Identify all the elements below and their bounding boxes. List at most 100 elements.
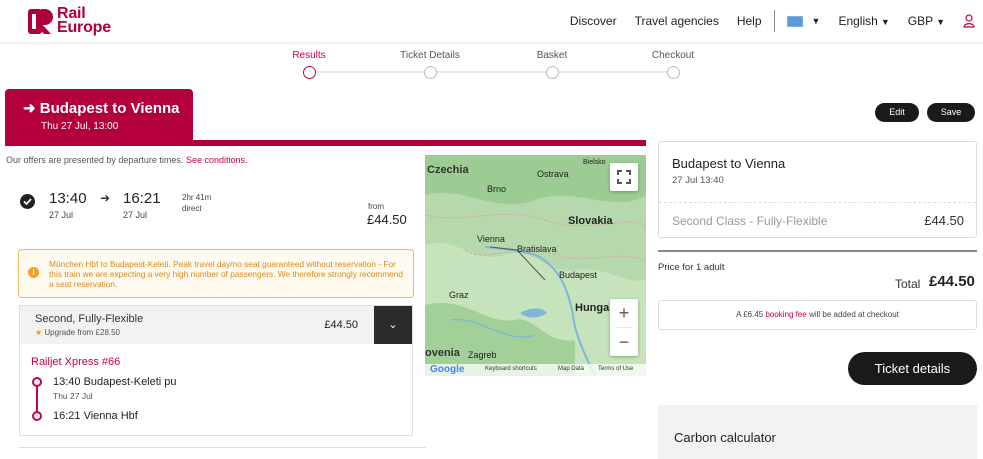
route-map[interactable]: Czechia Brno Ostrava Bielsko Slovakia Vi… [425, 155, 646, 376]
map-label-ostrava: Ostrava [537, 169, 569, 179]
expand-fare-button[interactable]: ⌄ [374, 306, 412, 344]
stop-departure-date: Thu 27 Jul [53, 391, 93, 401]
language-label: English [838, 14, 878, 28]
arrow-right-icon: ➜ [23, 100, 36, 117]
nav-discover[interactable]: Discover [570, 14, 617, 28]
rail-europe-logo[interactable]: Rail Europe [27, 6, 111, 36]
stop-marker-icon [32, 377, 42, 387]
user-account-icon[interactable] [963, 14, 975, 28]
journey-tab[interactable]: ➜ Budapest to Vienna Thu 27 Jul, 13:00 [5, 89, 193, 145]
see-conditions-link[interactable]: See conditions. [186, 155, 248, 165]
nav-travel-agencies[interactable]: Travel agencies [635, 14, 719, 28]
fare-card: Second, Fully-Flexible ★ Upgrade from £2… [19, 305, 413, 436]
step-label: Results [292, 50, 326, 61]
step-dot [423, 66, 437, 79]
edit-button[interactable]: Edit [875, 103, 919, 122]
carbon-calculator-panel[interactable]: Carbon calculator [658, 405, 977, 459]
google-logo: Google [430, 364, 465, 375]
step-dot [302, 66, 316, 79]
journey-subtitle: Thu 27 Jul, 13:00 [41, 121, 119, 132]
terms-of-use-link[interactable]: Terms of Use [598, 366, 633, 372]
carbon-calculator-title: Carbon calculator [674, 430, 776, 445]
offers-note: Our offers are presented by departure ti… [6, 155, 248, 165]
map-label-vienna: Vienna [477, 234, 505, 244]
arrival-date: 27 Jul [123, 210, 148, 220]
region-selector[interactable]: ▼ [786, 15, 821, 27]
stop-departure: 13:40 Budapest-Keleti pu [53, 376, 177, 388]
summary-route: Budapest to Vienna [672, 156, 786, 171]
step-results[interactable]: Results [269, 50, 349, 79]
nav-help[interactable]: Help [737, 14, 762, 28]
offers-note-text: Our offers are presented by departure ti… [6, 155, 184, 165]
fullscreen-button[interactable] [610, 163, 638, 191]
train-name[interactable]: Railjet Xpress #66 [31, 356, 120, 368]
chevron-down-icon: ⌄ [388, 319, 398, 331]
map-label-budapest: Budapest [559, 270, 598, 280]
fee-amount: A £6.45 [736, 310, 764, 319]
star-icon: ★ [35, 328, 43, 337]
map-label-hungary: Hunga [575, 302, 610, 314]
chevron-down-icon: ▼ [811, 16, 821, 26]
step-checkout[interactable]: Checkout [633, 50, 713, 79]
duration-value: 2hr 41m [182, 193, 212, 202]
step-ticket-details[interactable]: Ticket Details [390, 50, 470, 79]
info-icon: i [28, 267, 39, 278]
arrival-time: 16:21 [123, 190, 161, 207]
step-dot [666, 66, 680, 79]
logo-line2: Europe [57, 19, 111, 36]
flag-icon [786, 15, 803, 27]
fee-suffix: will be added at checkout [809, 310, 899, 319]
warning-text: München Hbf to Budapest-Keleti. Peak tra… [49, 259, 404, 289]
zoom-in-button[interactable]: + [610, 299, 638, 327]
top-nav: Discover Travel agencies Help ▼ English ▼… [570, 0, 983, 42]
map-label-brno: Brno [487, 184, 507, 194]
step-basket[interactable]: Basket [512, 50, 592, 79]
page: Rail Europe Discover Travel agencies Hel… [0, 0, 983, 459]
travel-warning: i München Hbf to Budapest-Keleti. Peak t… [18, 249, 414, 298]
booking-progress: Results Ticket Details Basket Checkout [285, 50, 705, 82]
save-button[interactable]: Save [927, 103, 975, 122]
fare-header[interactable]: Second, Fully-Flexible ★ Upgrade from £2… [20, 306, 376, 344]
map-label-bratislava: Bratislava [517, 244, 557, 254]
from-label: from [368, 202, 384, 211]
selected-check-icon[interactable] [20, 194, 35, 209]
logo-mark-icon [27, 8, 54, 35]
map-zoom-controls: + − [610, 299, 638, 356]
chevron-down-icon: ▼ [880, 17, 890, 27]
step-dot [545, 66, 559, 79]
journey-summary-card: Budapest to Vienna 27 Jul 13:40 Second C… [658, 141, 977, 238]
from-price: £44.50 [367, 212, 407, 227]
map-label-zagreb: Zagreb [468, 350, 497, 360]
fare-class: Second, Fully-Flexible [35, 313, 144, 325]
total-label: Total [895, 277, 921, 291]
upgrade-info: ★ Upgrade from £28.50 [35, 328, 120, 337]
departure-time: 13:40 [49, 190, 87, 207]
stop-marker-icon [32, 411, 42, 421]
summary-divider [659, 202, 976, 203]
map-label-bielsko: Bielsko [583, 159, 606, 166]
step-label: Checkout [651, 50, 695, 61]
map-label-slovakia: Slovakia [568, 215, 613, 227]
currency-label: GBP [907, 14, 934, 28]
departure-date: 27 Jul [49, 210, 74, 220]
divider [658, 250, 977, 252]
chevron-down-icon: ▼ [936, 17, 945, 27]
language-selector[interactable]: English ▼ [838, 14, 889, 28]
journey-title: Budapest to Vienna [39, 100, 180, 117]
map-label-slovenia: ovenia [425, 347, 460, 359]
zoom-out-button[interactable]: − [610, 328, 638, 356]
stop-arrival: 16:21 Vienna Hbf [53, 410, 138, 422]
step-label: Ticket Details [400, 50, 460, 61]
map-data-link[interactable]: Map Data [558, 366, 584, 372]
progress-line [309, 71, 674, 73]
ticket-details-button[interactable]: Ticket details [848, 352, 977, 385]
keyboard-shortcuts-link[interactable]: Keyboard shortcuts [485, 366, 537, 372]
journey-duration: 2hr 41m direct [182, 192, 211, 214]
fullscreen-icon [617, 170, 631, 184]
divider [19, 447, 426, 448]
currency-selector[interactable]: GBP ▼ [908, 14, 945, 28]
total-value: £44.50 [929, 273, 975, 290]
nav-divider [773, 10, 775, 32]
booking-fee-link[interactable]: booking fee [765, 310, 806, 319]
booking-fee-note: A £6.45 booking fee will be added at che… [658, 300, 977, 330]
